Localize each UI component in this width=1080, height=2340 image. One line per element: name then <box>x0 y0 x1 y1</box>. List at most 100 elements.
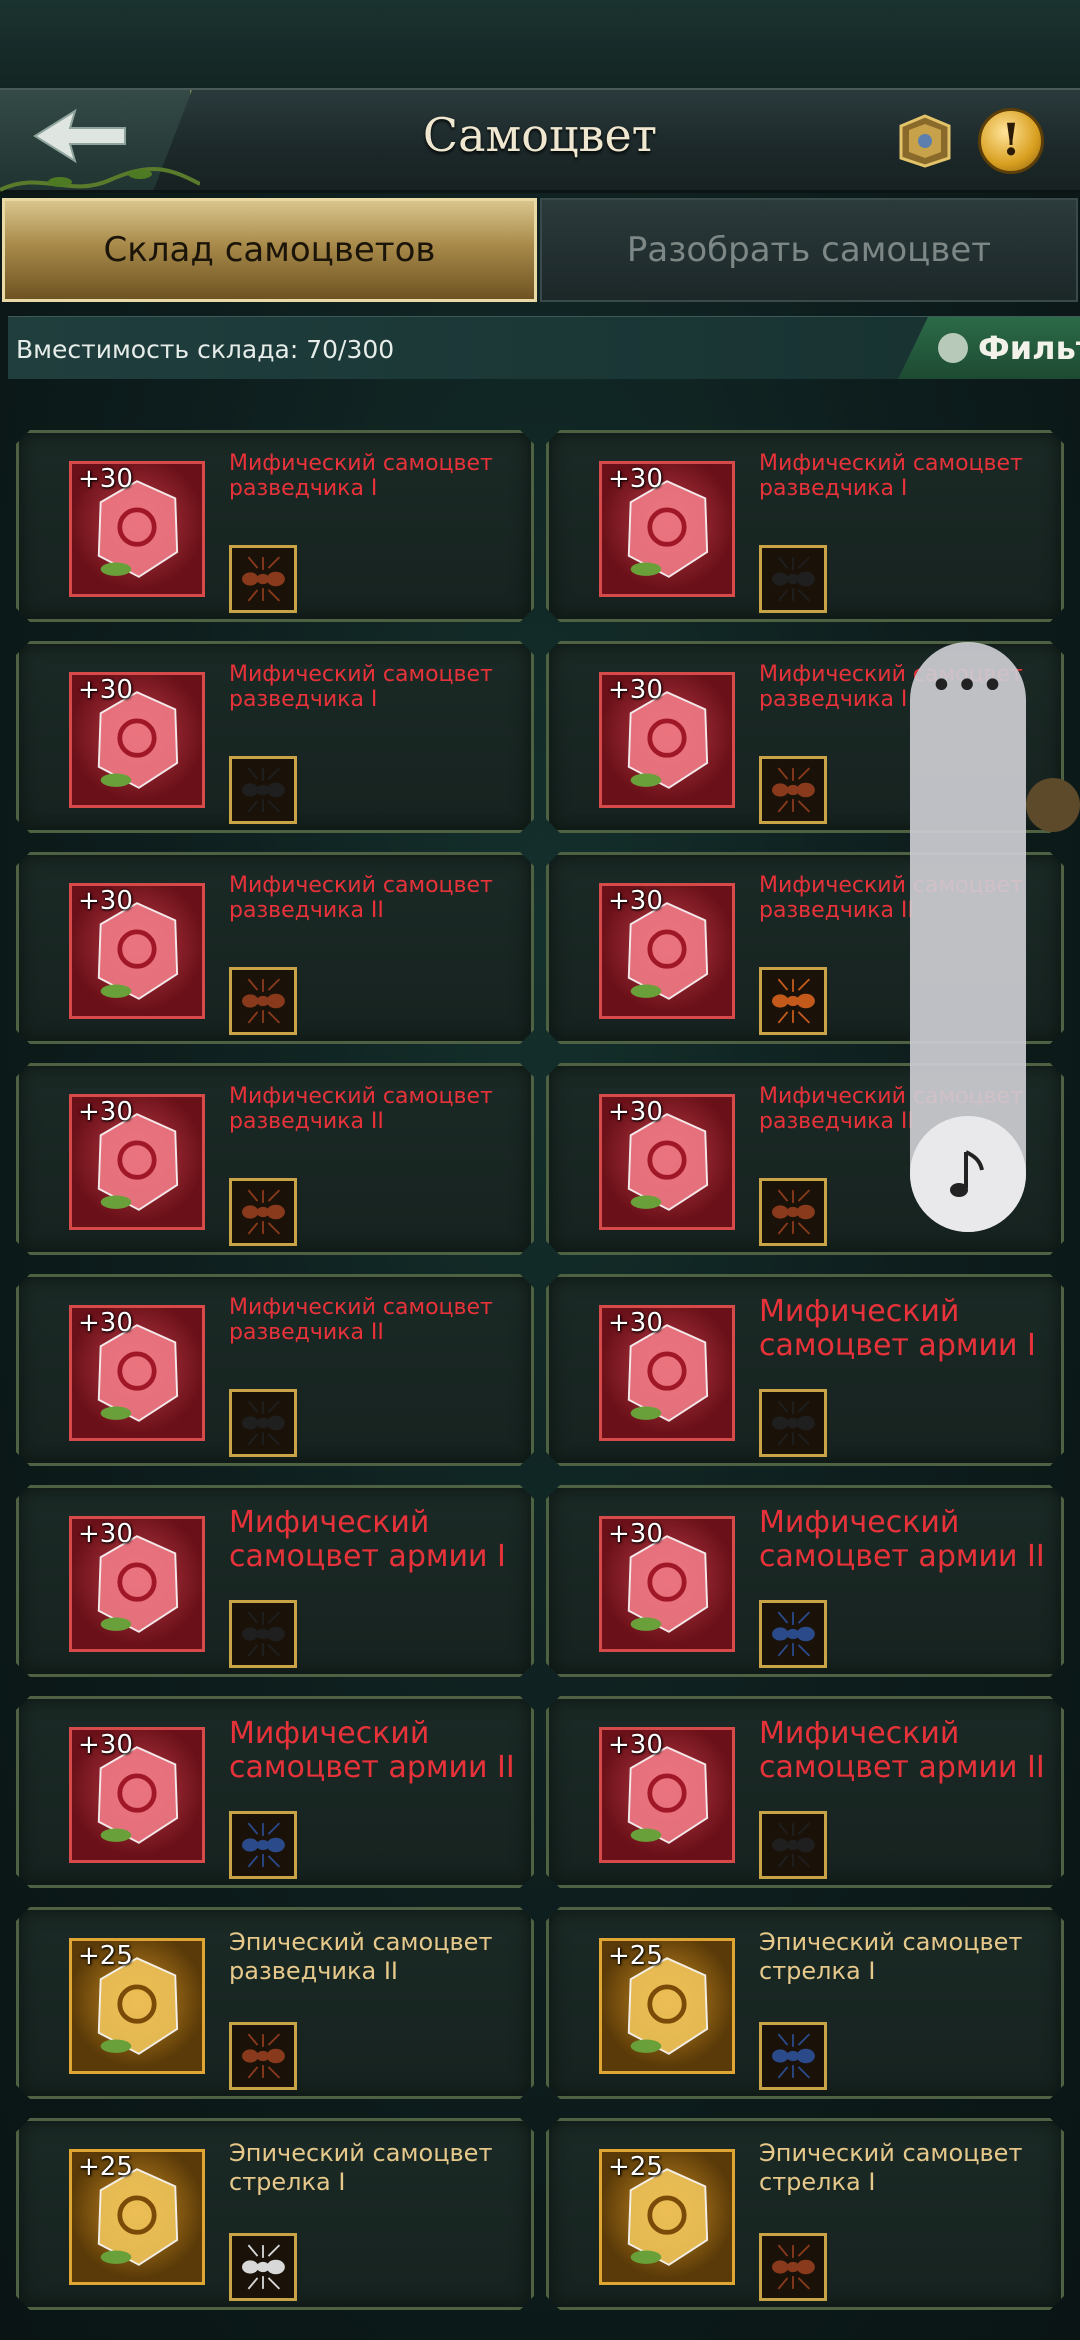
red-ant-icon <box>759 1178 827 1246</box>
black-ant-icon <box>229 756 297 824</box>
blue-ant-icon <box>759 1600 827 1668</box>
capacity-text: Вместимость склада: 70/300 <box>16 335 395 364</box>
gem-name: Мифический самоцвет разведчика II <box>229 1084 493 1134</box>
gem-name: Мифический самоцвет разведчика II <box>229 873 493 923</box>
red-ant-icon <box>759 756 827 824</box>
gem-card[interactable]: +25 Эпический самоцвет разведчика II <box>16 1907 534 2099</box>
gem-level: +30 <box>78 1519 133 1549</box>
gem-level: +30 <box>608 886 663 916</box>
gem-icon: +30 <box>599 1516 735 1652</box>
gem-name: Мифический самоцвет армии II <box>759 1716 1045 1785</box>
header-bar: Самоцвет ! <box>0 88 1080 193</box>
gem-level: +30 <box>608 464 663 494</box>
gem-icon: +30 <box>69 1305 205 1441</box>
red-ant-icon <box>229 2022 297 2090</box>
gem-level: +30 <box>608 1519 663 1549</box>
gem-name: Эпический самоцвет стрелка I <box>759 2139 1023 2196</box>
gem-card[interactable]: +30 Мифический самоцвет армии I <box>546 1274 1064 1466</box>
red-ant-icon <box>229 1178 297 1246</box>
gem-name: Мифический самоцвет разведчика I <box>229 662 493 712</box>
gem-level: +30 <box>78 1097 133 1127</box>
black-ant-icon <box>229 1389 297 1457</box>
gem-card[interactable]: +30 Мифический самоцвет армии II <box>546 1696 1064 1888</box>
gem-name: Эпический самоцвет стрелка I <box>229 2139 493 2196</box>
black-ant-icon <box>759 1389 827 1457</box>
gem-name: Мифический самоцвет армии I <box>229 1505 506 1574</box>
gem-card[interactable]: +30 Мифический самоцвет армии I <box>16 1485 534 1677</box>
gem-icon: +30 <box>69 461 205 597</box>
capacity-bar: Вместимость склада: 70/300 Фильт <box>8 316 1080 379</box>
music-button[interactable] <box>910 1116 1026 1232</box>
gem-level: +30 <box>78 886 133 916</box>
gem-card[interactable]: +30 Мифический самоцвет разведчика II <box>16 1274 534 1466</box>
gem-name: Мифический самоцвет армии I <box>759 1294 1036 1363</box>
gem-icon: +30 <box>69 672 205 808</box>
gem-icon: +30 <box>599 883 735 1019</box>
tab-bar: Склад самоцветов Разобрать самоцвет <box>0 198 1080 308</box>
gem-card[interactable]: +30 Мифический самоцвет разведчика II <box>16 852 534 1044</box>
blue-ant-icon <box>229 1811 297 1879</box>
gem-level: +30 <box>78 1308 133 1338</box>
gem-card[interactable]: +30 Мифический самоцвет разведчика I <box>546 430 1064 622</box>
gem-level: +30 <box>78 1730 133 1760</box>
gem-icon: +30 <box>599 672 735 808</box>
info-exclamation-icon[interactable]: ! <box>978 108 1044 174</box>
gem-card[interactable]: +30 Мифический самоцвет армии II <box>546 1485 1064 1677</box>
lock-icon <box>1026 778 1080 832</box>
gem-icon: +25 <box>599 1938 735 2074</box>
book-icon[interactable] <box>895 112 955 168</box>
blue-ant-icon <box>759 2022 827 2090</box>
more-icon[interactable]: ••• <box>910 666 1026 706</box>
gem-icon: +30 <box>599 1305 735 1441</box>
filter-button[interactable]: Фильт <box>898 317 1080 379</box>
tab-disassemble-gem[interactable]: Разобрать самоцвет <box>540 198 1078 302</box>
gem-level: +30 <box>78 675 133 705</box>
gem-level: +25 <box>78 2152 133 2182</box>
red-ant-icon <box>229 545 297 613</box>
gem-icon: +30 <box>69 1727 205 1863</box>
gem-name: Эпический самоцвет разведчика II <box>229 1928 493 1985</box>
gem-icon: +30 <box>69 883 205 1019</box>
gem-name: Мифический самоцвет армии II <box>229 1716 515 1785</box>
gem-level: +25 <box>608 1941 663 1971</box>
gem-name: Мифический самоцвет разведчика I <box>229 451 493 501</box>
gem-icon: +30 <box>599 461 735 597</box>
floating-widget[interactable]: ••• <box>910 642 1026 1232</box>
gem-card[interactable]: +25 Эпический самоцвет стрелка I <box>546 2118 1064 2310</box>
gem-card[interactable]: +30 Мифический самоцвет разведчика II <box>16 1063 534 1255</box>
gem-card[interactable]: +30 Мифический самоцвет армии II <box>16 1696 534 1888</box>
gem-level: +25 <box>608 2152 663 2182</box>
black-ant-icon <box>759 1811 827 1879</box>
gem-card[interactable]: +25 Эпический самоцвет стрелка I <box>546 1907 1064 2099</box>
gem-card[interactable]: +30 Мифический самоцвет разведчика I <box>16 641 534 833</box>
gem-level: +30 <box>608 1730 663 1760</box>
gem-icon: +30 <box>69 1516 205 1652</box>
music-note-icon <box>950 1150 984 1197</box>
gem-level: +25 <box>78 1941 133 1971</box>
red-ant-icon <box>229 967 297 1035</box>
gem-level: +30 <box>608 1308 663 1338</box>
gem-level: +30 <box>608 675 663 705</box>
gem-icon: +25 <box>69 2149 205 2285</box>
gem-storage-screen: Самоцвет ! Склад самоцветов Разобрать са… <box>0 0 1080 2340</box>
gem-icon: +25 <box>69 1938 205 2074</box>
black-ant-icon <box>759 545 827 613</box>
gem-icon: +25 <box>599 2149 735 2285</box>
orange-ant-icon <box>759 967 827 1035</box>
white-ant-icon <box>229 2233 297 2301</box>
gem-name: Мифический самоцвет армии II <box>759 1505 1045 1574</box>
gem-card[interactable]: +25 Эпический самоцвет стрелка I <box>16 2118 534 2310</box>
black-ant-icon <box>229 1600 297 1668</box>
tab-gem-storage[interactable]: Склад самоцветов <box>2 198 537 302</box>
top-decor-band <box>0 0 1080 88</box>
gem-icon: +30 <box>69 1094 205 1230</box>
gem-card[interactable]: +30 Мифический самоцвет разведчика I <box>16 430 534 622</box>
gem-name: Мифический самоцвет разведчика I <box>759 451 1023 501</box>
gem-level: +30 <box>608 1097 663 1127</box>
gem-level: +30 <box>78 464 133 494</box>
gem-name: Эпический самоцвет стрелка I <box>759 1928 1023 1985</box>
red-ant-icon <box>759 2233 827 2301</box>
filter-label: Фильт <box>978 329 1080 367</box>
vine-decoration-icon <box>0 167 200 192</box>
gem-name: Мифический самоцвет разведчика II <box>229 1295 493 1345</box>
